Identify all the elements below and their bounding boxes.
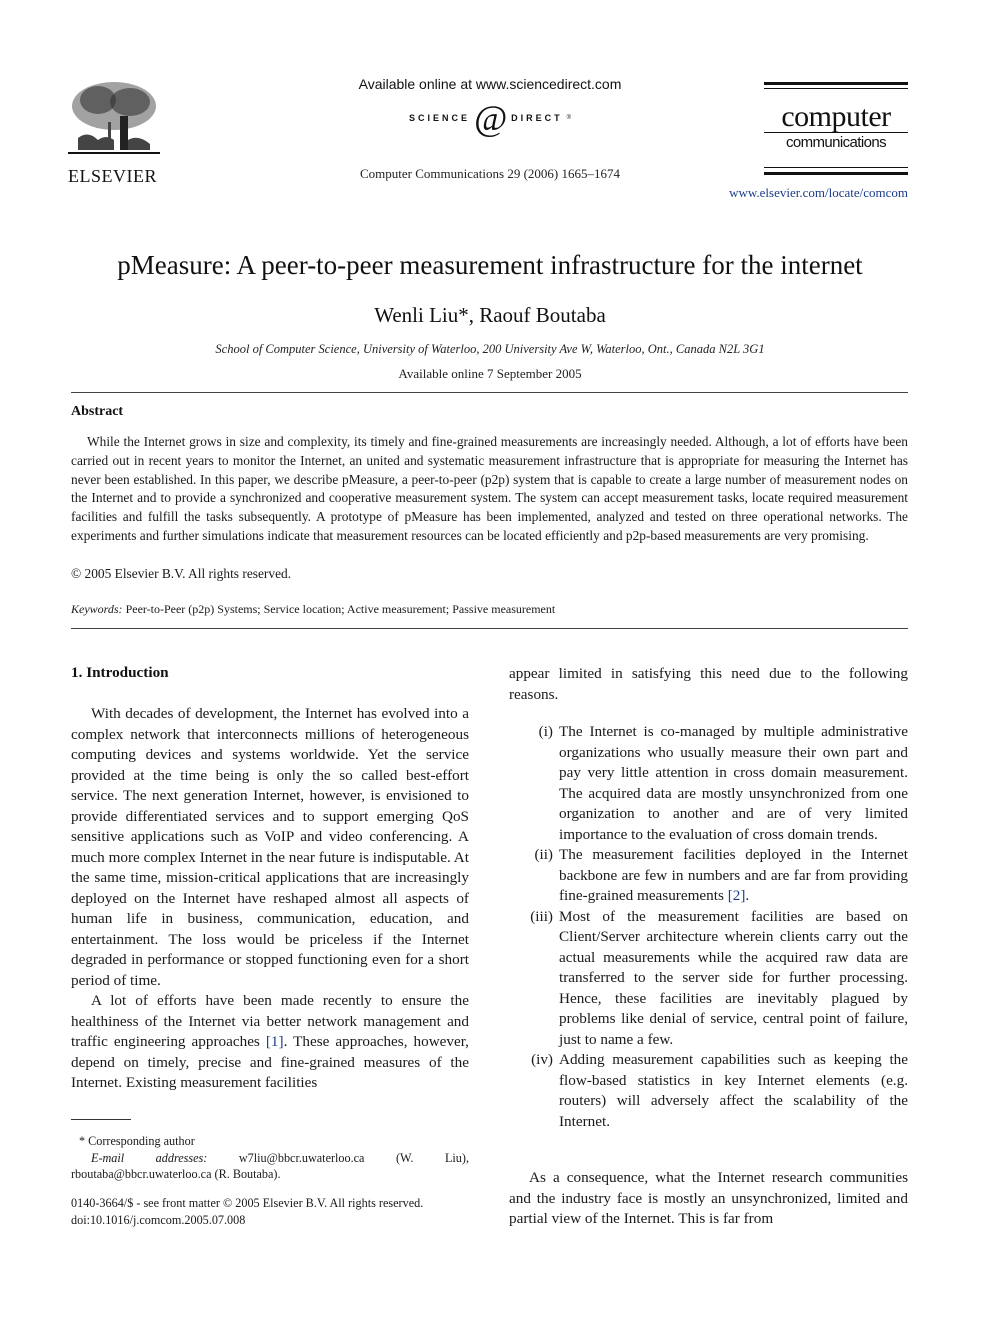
intro-paragraph-2: A lot of efforts have been made recently… — [71, 991, 469, 1094]
issn-copyright: 0140-3664/$ - see front matter © 2005 El… — [71, 1196, 424, 1210]
logo-rule — [764, 88, 908, 89]
email-addresses: E-mail addresses: w7liu@bbcr.uwaterloo.c… — [71, 1150, 469, 1183]
list-number: (i) — [538, 723, 553, 740]
list-item: (ii) The measurement facilities deployed… — [509, 845, 908, 907]
logo-rule — [764, 172, 908, 175]
list-item: (iii) Most of the measurement facilities… — [509, 907, 908, 1051]
sciencedirect-science: SCIENCE — [408, 113, 470, 123]
list-text: The measurement facilities deployed in t… — [559, 846, 908, 904]
doi[interactable]: doi:10.1016/j.comcom.2005.07.008 — [71, 1212, 469, 1229]
logo-rule — [764, 167, 908, 168]
paragraph-text: As a consequence, what the Internet rese… — [509, 1169, 908, 1227]
corresponding-author-note: * Corresponding author — [79, 1134, 195, 1148]
citation-link[interactable]: [1] — [266, 1033, 284, 1050]
logo-rule — [764, 132, 908, 133]
article-title: pMeasure: A peer-to-peer measurement inf… — [117, 250, 863, 280]
list-item: (iv) Adding measurement capabilities suc… — [509, 1050, 908, 1132]
sciencedirect-availability[interactable]: Available online at www.sciencedirect.co… — [340, 76, 640, 92]
article-authors: Wenli Liu*, Raouf Boutaba — [374, 303, 606, 327]
intro-right-continuation: appear limited in satisfying this need d… — [509, 664, 908, 705]
elsevier-logo: ELSEVIER — [68, 80, 160, 186]
paragraph-continuation: appear limited in satisfying this need d… — [509, 665, 908, 703]
list-number: (iii) — [530, 907, 553, 925]
keywords: Keywords: Peer-to-Peer (p2p) Systems; Se… — [71, 602, 555, 617]
available-online-date: Available online 7 September 2005 — [398, 366, 582, 381]
consequence-paragraph: As a consequence, what the Internet rese… — [509, 1168, 908, 1230]
abstract-copyright: © 2005 Elsevier B.V. All rights reserved… — [71, 566, 292, 581]
keywords-label: Keywords: — [71, 602, 123, 616]
sciencedirect-direct: DIRECT — [511, 113, 563, 123]
divider — [71, 392, 908, 393]
front-matter: 0140-3664/$ - see front matter © 2005 El… — [71, 1195, 469, 1229]
divider — [71, 628, 908, 629]
section-heading: 1. Introduction — [71, 664, 169, 681]
reasons-list: (i) The Internet is co-managed by multip… — [509, 722, 908, 1132]
sciencedirect-logo: SCIENCE @ DIRECT ® — [380, 98, 600, 138]
list-text: Most of the measurement facilities are b… — [559, 907, 908, 1048]
list-text: Adding measurement capabilities such as … — [559, 1051, 908, 1130]
journal-reference: Computer Communications 29 (2006) 1665–1… — [360, 166, 620, 181]
elsevier-wordmark: ELSEVIER — [68, 166, 157, 186]
elsevier-tree-icon — [68, 82, 160, 154]
author-affiliation: School of Computer Science, University o… — [215, 342, 765, 356]
email-label: E-mail addresses: — [91, 1150, 208, 1165]
list-number: (ii) — [534, 846, 553, 863]
footnote-divider — [71, 1119, 131, 1120]
journal-logo-computer: computer — [781, 100, 891, 133]
journal-url-link[interactable]: www.elsevier.com/locate/comcom — [700, 185, 908, 201]
journal-logo: computer communications — [764, 82, 908, 182]
abstract-heading: Abstract — [71, 404, 124, 419]
abstract-text: While the Internet grows in size and com… — [71, 434, 908, 543]
intro-left-column: With decades of development, the Interne… — [71, 704, 469, 1094]
keywords-list: Peer-to-Peer (p2p) Systems; Service loca… — [125, 602, 556, 616]
trademark-symbol: ® — [566, 115, 572, 121]
intro-paragraph-1: With decades of development, the Interne… — [71, 705, 469, 989]
citation-link[interactable]: [2] — [728, 887, 746, 904]
abstract-body: While the Internet grows in size and com… — [71, 433, 908, 546]
list-number: (iv) — [531, 1051, 553, 1068]
sciencedirect-at-icon: @ — [473, 98, 508, 138]
footnotes: * Corresponding author E-mail addresses:… — [71, 1133, 469, 1183]
list-text: The Internet is co-managed by multiple a… — [559, 723, 908, 843]
journal-logo-communications: communications — [786, 134, 887, 151]
logo-rule — [764, 82, 908, 85]
list-item: (i) The Internet is co-managed by multip… — [509, 722, 908, 845]
